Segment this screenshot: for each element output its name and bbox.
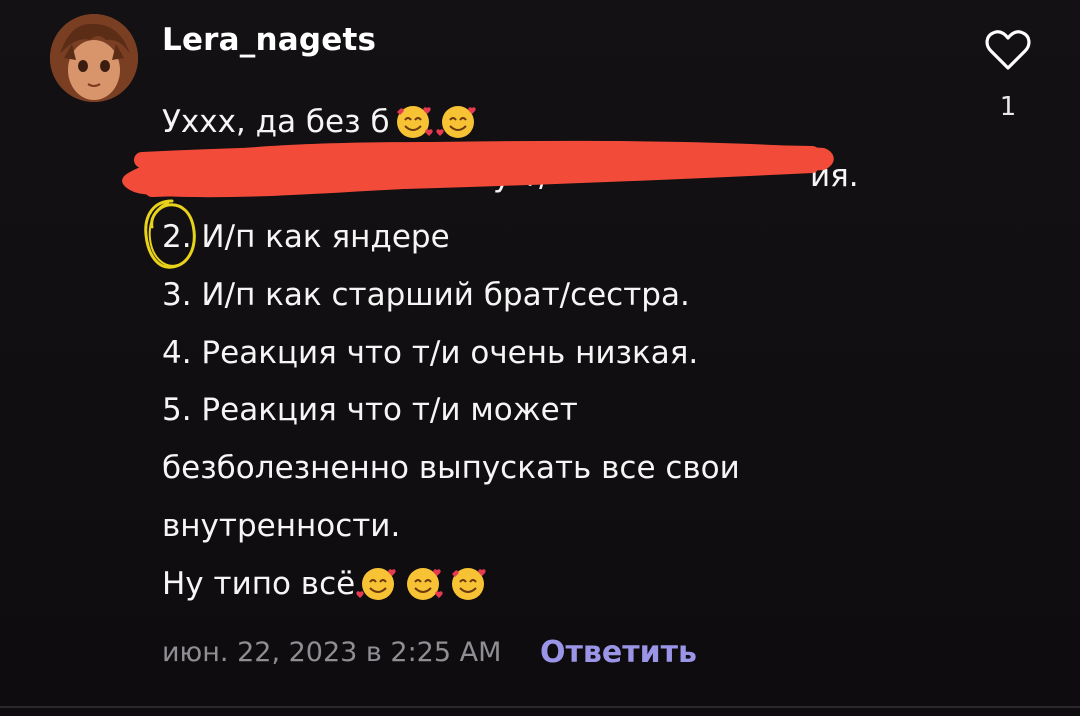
like-button[interactable] <box>984 28 1032 72</box>
avatar-image <box>50 14 138 102</box>
smiling-face-with-hearts-emoji <box>452 567 486 600</box>
comment-line-1: Ухxx, да без б <box>162 94 942 152</box>
redacted-fragment-start: и/п что у т/ <box>367 158 550 194</box>
comment-card: Lera_nagets 1 Ухxx, да без б 2. И/п как … <box>0 0 1080 716</box>
smiling-face-with-hearts-emoji <box>407 567 443 600</box>
comment-line-9: Ну типо всё <box>162 556 942 614</box>
divider <box>0 706 1080 708</box>
comment-line-7: безболезненно выпускать все свои <box>162 450 740 487</box>
smiling-face-with-hearts-emoji <box>435 106 476 138</box>
redacted-fragment-end: ия. <box>810 158 859 194</box>
reply-button[interactable]: Ответить <box>540 635 697 670</box>
comment-timestamp: июн. 22, 2023 в 2:25 AM <box>162 637 502 668</box>
username[interactable]: Lera_nagets <box>162 22 376 58</box>
comment-line-4: 3. И/п как старший брат/сестра. <box>162 277 690 314</box>
like-count: 1 <box>999 92 1017 122</box>
smiling-face-with-hearts-emoji <box>356 567 396 600</box>
comment-line-8: внутренности. <box>162 507 401 544</box>
comment-line-3: 2. И/п как яндере <box>162 219 450 256</box>
heart-outline-icon <box>985 30 1031 70</box>
avatar[interactable] <box>50 14 138 102</box>
comment-line-1-text: Ухxx, да без б <box>162 104 390 140</box>
comment-line-5: 4. Реакция что т/и очень низкая. <box>162 334 699 371</box>
smiling-face-with-hearts-emoji <box>396 106 433 138</box>
comment-line-6: 5. Реакция что т/и может <box>162 392 578 429</box>
comment-line-9-text: Ну типо всё <box>162 565 356 602</box>
